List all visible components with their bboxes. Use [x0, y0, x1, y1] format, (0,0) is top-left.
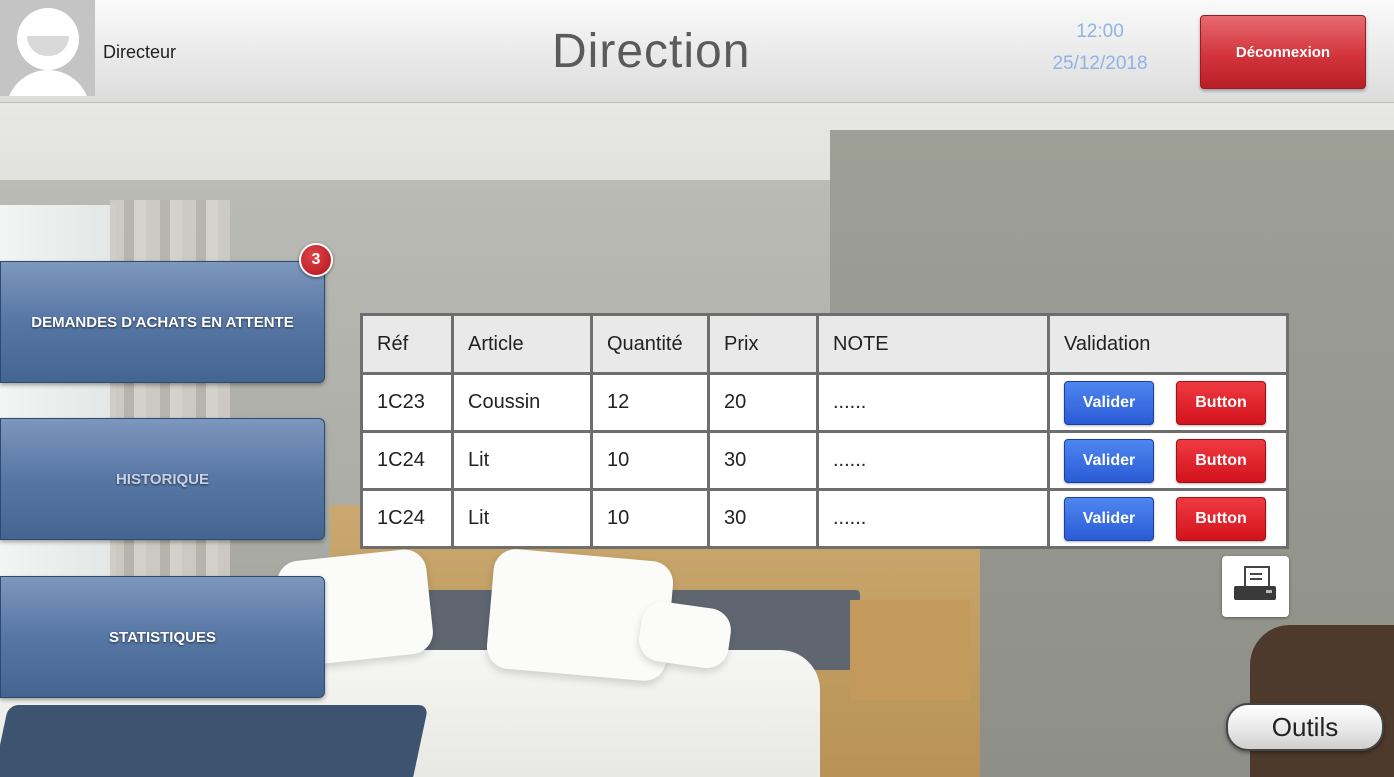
cell-validation: Valider Button: [1047, 430, 1289, 491]
cell-note[interactable]: ......: [816, 430, 1050, 491]
logout-button[interactable]: Déconnexion: [1200, 15, 1366, 89]
sidebar-item-history[interactable]: HISTORIQUE: [0, 418, 325, 540]
print-button[interactable]: [1222, 556, 1289, 617]
username: Directeur: [103, 42, 177, 62]
clock: 12:00 25/12/2018: [1040, 16, 1160, 80]
reject-button[interactable]: Button: [1176, 380, 1266, 425]
cell-article: Lit: [451, 488, 593, 549]
cell-validation: Valider Button: [1047, 372, 1289, 433]
sidebar-item-label: DEMANDES D'ACHATS EN ATTENTE: [31, 313, 294, 331]
column-header-ref: Réf: [360, 313, 454, 375]
table-header-row: Réf Article Quantité Prix NOTE Validatio…: [360, 313, 1289, 375]
table-row: 1C23 Coussin 12 20 ...... Valider Button: [360, 372, 1289, 433]
cell-price: 30: [707, 488, 819, 549]
column-header-article: Article: [451, 313, 593, 375]
chair: [1250, 625, 1394, 777]
sidebar-item-pending-requests[interactable]: DEMANDES D'ACHATS EN ATTENTE: [0, 261, 325, 383]
avatar: [0, 0, 95, 96]
user-icon: [17, 8, 79, 70]
validate-button[interactable]: Valider: [1064, 496, 1154, 541]
table-row: 1C24 Lit 10 30 ...... Valider Button: [360, 430, 1289, 491]
column-header-note: NOTE: [816, 313, 1050, 375]
table-row: 1C24 Lit 10 30 ...... Valider Button: [360, 488, 1289, 549]
app-header: Directeur Direction 12:00 25/12/2018 Déc…: [0, 0, 1394, 103]
cell-price: 20: [707, 372, 819, 433]
clock-time: 12:00: [1076, 21, 1124, 42]
cell-note[interactable]: ......: [816, 488, 1050, 549]
cell-quantity: 10: [590, 430, 710, 491]
printer-base: [1234, 586, 1276, 600]
sidebar-item-label: STATISTIQUES: [109, 628, 216, 646]
cell-article: Lit: [451, 430, 593, 491]
cell-ref: 1C24: [360, 488, 454, 549]
cell-ref: 1C23: [360, 372, 454, 433]
column-header-price: Prix: [707, 313, 819, 375]
sidebar-item-label: HISTORIQUE: [115, 470, 210, 488]
clock-date: 25/12/2018: [1052, 53, 1148, 74]
column-header-validation: Validation: [1047, 313, 1289, 375]
bed-throw: [0, 705, 429, 777]
column-header-quantity: Quantité: [590, 313, 710, 375]
cell-quantity: 10: [590, 488, 710, 549]
reject-button[interactable]: Button: [1176, 438, 1266, 483]
notification-badge: 3: [299, 243, 333, 277]
sidebar-item-statistics[interactable]: STATISTIQUES: [0, 576, 325, 698]
cell-quantity: 12: [590, 372, 710, 433]
validate-button[interactable]: Valider: [1064, 438, 1154, 483]
cell-validation: Valider Button: [1047, 488, 1289, 549]
reject-button[interactable]: Button: [1176, 496, 1266, 541]
avatar-body: [6, 70, 90, 96]
requests-table: Réf Article Quantité Prix NOTE Validatio…: [360, 313, 1289, 549]
page-title: Direction: [552, 25, 751, 78]
cell-note[interactable]: ......: [816, 372, 1050, 433]
bedside-shelf: [850, 600, 970, 700]
validate-button[interactable]: Valider: [1064, 380, 1154, 425]
cell-article: Coussin: [451, 372, 593, 433]
cell-ref: 1C24: [360, 430, 454, 491]
cell-price: 30: [707, 430, 819, 491]
tools-button[interactable]: Outils: [1226, 703, 1384, 751]
